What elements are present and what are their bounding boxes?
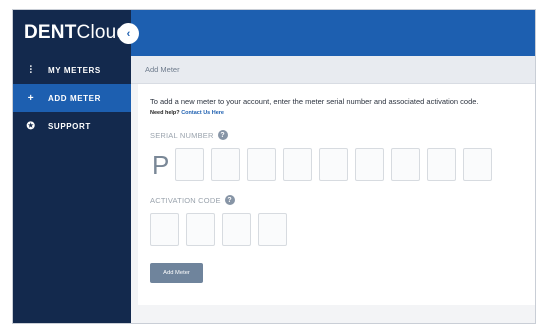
serial-digit-input[interactable] — [247, 148, 276, 181]
activation-code-label: ACTIVATION CODE ? — [150, 195, 525, 205]
help-question-icon[interactable]: ? — [224, 195, 235, 205]
serial-digit-input[interactable] — [175, 148, 204, 181]
serial-digit-input[interactable] — [463, 148, 492, 181]
help-prefix: Need help? — [150, 110, 180, 116]
brand-bold: DENT — [24, 22, 77, 43]
serial-number-inputs: P — [150, 148, 525, 181]
serial-number-label: SERIAL NUMBER ? — [150, 130, 525, 140]
sidebar-item-add-meter[interactable]: + ADD METER — [13, 84, 131, 112]
breadcrumb: Add Meter — [131, 56, 535, 84]
sidebar-item-my-meters[interactable]: ⫶ MY METERS — [13, 56, 131, 84]
activation-digit-input[interactable] — [222, 213, 251, 246]
add-meter-button[interactable]: Add Meter — [150, 263, 203, 283]
serial-prefix: P — [152, 149, 170, 180]
contact-us-link[interactable]: Contact Us Here — [181, 110, 224, 116]
top-header-bar — [131, 10, 535, 56]
activation-digit-input[interactable] — [150, 213, 179, 246]
support-lifebuoy-icon: ✪ — [26, 120, 36, 132]
brand-logo: DENT Cloud — [13, 10, 131, 56]
meters-sliders-icon: ⫶ — [29, 64, 33, 76]
activation-code-label-text: ACTIVATION CODE — [150, 195, 221, 205]
sidebar-item-label: MY METERS — [48, 65, 101, 75]
collapse-sidebar-button[interactable]: ‹ — [118, 23, 139, 44]
add-meter-form: To add a new meter to your account, ente… — [138, 84, 535, 305]
serial-digit-input[interactable] — [319, 148, 348, 181]
activation-digit-input[interactable] — [258, 213, 287, 246]
page-title: Add Meter — [145, 65, 180, 74]
serial-digit-input[interactable] — [427, 148, 456, 181]
sidebar-item-label: SUPPORT — [48, 121, 91, 131]
form-intro-text: To add a new meter to your account, ente… — [150, 97, 479, 106]
serial-number-label-text: SERIAL NUMBER — [150, 130, 214, 140]
plus-icon: + — [27, 92, 35, 104]
serial-digit-input[interactable] — [211, 148, 240, 181]
sidebar-item-support[interactable]: ✪ SUPPORT — [13, 112, 131, 140]
serial-digit-input[interactable] — [355, 148, 384, 181]
serial-digit-input[interactable] — [283, 148, 312, 181]
activation-code-inputs — [150, 213, 525, 246]
help-line: Need help? Contact Us Here — [150, 110, 525, 116]
activation-digit-input[interactable] — [186, 213, 215, 246]
chevron-left-icon: ‹ — [126, 27, 131, 40]
serial-digit-input[interactable] — [391, 148, 420, 181]
sidebar-item-label: ADD METER — [48, 93, 101, 103]
help-question-icon[interactable]: ? — [217, 130, 228, 140]
sidebar: DENT Cloud ⫶ MY METERS + ADD METER ✪ SUPP… — [13, 10, 131, 323]
app-window: DENT Cloud ⫶ MY METERS + ADD METER ✪ SUPP… — [12, 9, 536, 324]
